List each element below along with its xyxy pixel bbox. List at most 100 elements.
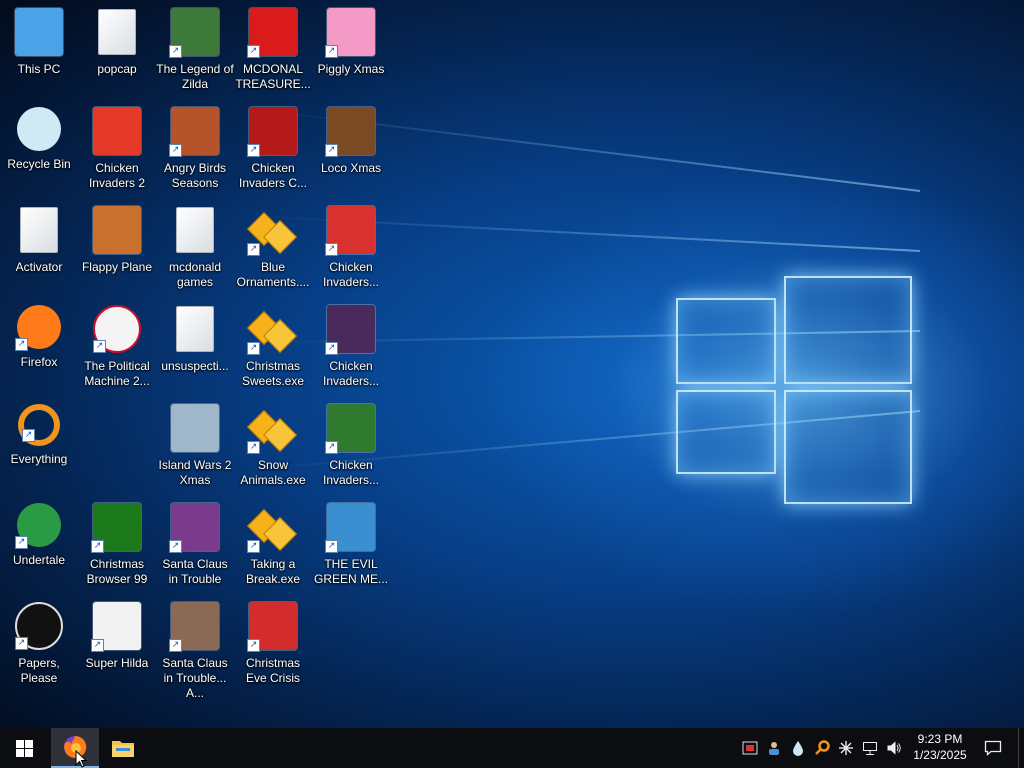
- desktop-icon[interactable]: popcap: [78, 4, 156, 100]
- desktop-icon-label: Santa Claus in Trouble... A...: [162, 656, 228, 700]
- document-icon: [171, 305, 219, 353]
- windows-logo-pane: [784, 276, 912, 384]
- shortcut-arrow-icon: ↗: [169, 639, 182, 652]
- desktop-icon[interactable]: ↗ Christmas Eve Crisis: [234, 598, 312, 694]
- mouse-cursor-icon: [75, 750, 87, 768]
- desktop-background: This PC Recycle Bin Activator ↗ Firefox ↗ Ever…: [0, 0, 1024, 728]
- taskbar-firefox[interactable]: [51, 728, 99, 768]
- user-agent-icon[interactable]: [766, 740, 782, 756]
- pig-icon: ↗: [325, 8, 375, 58]
- desktop-icon[interactable]: Island Wars 2 Xmas: [156, 400, 234, 496]
- shortcut-arrow-icon: ↗: [247, 45, 260, 58]
- desktop-icon[interactable]: Flappy Plane: [78, 202, 156, 298]
- desktop-icon[interactable]: ↗ Chicken Invaders...: [312, 202, 390, 298]
- desktop-icon-label: Undertale: [12, 553, 66, 567]
- santa-icon: ↗: [169, 503, 219, 553]
- desktop-icon-label: Piggly Xmas: [317, 62, 385, 76]
- christmas-tree-icon: ↗: [91, 503, 141, 553]
- shortcut-arrow-icon: ↗: [325, 243, 338, 256]
- desktop-icon-label: Chicken Invaders...: [322, 260, 380, 289]
- desktop-icon[interactable]: ↗ Chicken Invaders C...: [234, 103, 312, 199]
- desktop-icon[interactable]: Activator: [0, 202, 78, 298]
- desktop-icon-label: Super Hilda: [85, 656, 149, 670]
- desktop-icon-label: Blue Ornaments....: [236, 260, 310, 289]
- desktop-icon[interactable]: unsuspecti...: [156, 301, 234, 397]
- drop-icon[interactable]: [790, 740, 806, 756]
- desktop-icon[interactable]: ↗ MCDONAL TREASURE...: [234, 4, 312, 100]
- desktop-icon-label: This PC: [17, 62, 61, 76]
- gift-icon: ↗: [247, 404, 297, 454]
- desktop-icon-label: THE EVIL GREEN ME...: [313, 557, 388, 586]
- shortcut-arrow-icon: ↗: [22, 429, 35, 442]
- chicken-icon: ↗: [325, 404, 375, 454]
- desktop-icon[interactable]: ↗ Santa Claus in Trouble: [156, 499, 234, 595]
- desktop-icon-label: Island Wars 2 Xmas: [158, 458, 232, 487]
- desktop-icon[interactable]: ↗ Undertale: [0, 499, 78, 595]
- desktop-icon[interactable]: ↗ Christmas Browser 99: [78, 499, 156, 595]
- political-machine-icon: ↗: [93, 305, 141, 353]
- desktop-icon[interactable]: ↗ Taking a Break.exe: [234, 499, 312, 595]
- desktop-icon[interactable]: ↗ The Political Machine 2...: [78, 301, 156, 397]
- desktop-icon[interactable]: ↗ Christmas Sweets.exe: [234, 301, 312, 397]
- desktop-icon-label: MCDONAL TREASURE...: [235, 62, 311, 91]
- desktop-icon[interactable]: ↗ Super Hilda: [78, 598, 156, 694]
- desktop-icon-label: Activator: [15, 260, 63, 274]
- shortcut-arrow-icon: ↗: [325, 441, 338, 454]
- desktop-icon[interactable]: This PC: [0, 4, 78, 100]
- desktop-icon-label: unsuspecti...: [161, 359, 229, 373]
- search-tray-icon[interactable]: [814, 740, 830, 756]
- desktop-icon[interactable]: ↗ Everything: [0, 400, 78, 496]
- desktop-icon-label: Angry Birds Seasons: [163, 161, 227, 190]
- desktop-icon-label: Chicken Invaders C...: [238, 161, 308, 190]
- network-icon[interactable]: [862, 740, 878, 756]
- volume-icon[interactable]: [886, 740, 902, 756]
- document-icon: [15, 206, 63, 254]
- undertale-icon: ↗: [15, 503, 61, 549]
- computer-icon: [15, 8, 63, 56]
- desktop-icon-label: Chicken Invaders 2: [88, 161, 146, 190]
- desktop-icon-label: Chicken Invaders...: [322, 458, 380, 487]
- shortcut-arrow-icon: ↗: [325, 144, 338, 157]
- windows-logo-pane: [676, 298, 776, 384]
- action-center-button[interactable]: [976, 728, 1010, 768]
- shortcut-arrow-icon: ↗: [325, 540, 338, 553]
- plane-icon: [93, 206, 141, 254]
- desktop-icon[interactable]: ↗ Piggly Xmas: [312, 4, 390, 100]
- action-center-icon: [984, 740, 1002, 756]
- taskbar-file-explorer[interactable]: [99, 728, 147, 768]
- super-hilda-icon: ↗: [91, 602, 141, 652]
- desktop-icon[interactable]: mcdonald games: [156, 202, 234, 298]
- desktop-icon[interactable]: ↗ Firefox: [0, 301, 78, 397]
- desktop-icon[interactable]: Recycle Bin: [0, 103, 78, 199]
- desktop-icon-label: Everything: [10, 452, 68, 466]
- desktop-icon-label: Christmas Sweets.exe: [241, 359, 305, 388]
- shortcut-arrow-icon: ↗: [247, 342, 260, 355]
- messenger-icon: ↗: [325, 503, 375, 553]
- desktop-icon[interactable]: Chicken Invaders 2: [78, 103, 156, 199]
- desktop-icon[interactable]: ↗ Santa Claus in Trouble... A...: [156, 598, 234, 700]
- chicken-icon: [93, 107, 141, 155]
- desktop-icon[interactable]: ↗ Loco Xmas: [312, 103, 390, 199]
- desktop-icon-label: Recycle Bin: [7, 157, 71, 171]
- desktop-icon[interactable]: ↗ THE EVIL GREEN ME...: [312, 499, 390, 595]
- desktop-icon[interactable]: ↗ Papers, Please: [0, 598, 78, 694]
- desktop-icon[interactable]: ↗ Chicken Invaders...: [312, 400, 390, 496]
- desktop-icon[interactable]: ↗ Angry Birds Seasons: [156, 103, 234, 199]
- papers-please-icon: ↗: [15, 602, 63, 650]
- clock[interactable]: 9:23 PM 1/23/2025: [906, 731, 974, 763]
- desktop-icon[interactable]: ↗ The Legend of Zilda: [156, 4, 234, 100]
- start-button[interactable]: [0, 728, 48, 768]
- desktop-icon[interactable]: ↗ Blue Ornaments....: [234, 202, 312, 298]
- clock-date: 1/23/2025: [913, 748, 967, 762]
- desktop-icon-label: Santa Claus in Trouble: [162, 557, 228, 586]
- everything-search-icon: ↗: [18, 404, 60, 446]
- desktop-icon[interactable]: ↗ Snow Animals.exe: [234, 400, 312, 496]
- desktop-icon-label: Christmas Browser 99: [86, 557, 148, 586]
- security-icon[interactable]: [742, 740, 758, 756]
- desktop-icon-label: mcdonald games: [168, 260, 222, 289]
- desktop-icon-label: The Legend of Zilda: [156, 62, 234, 91]
- recycle-bin-icon: [17, 107, 61, 151]
- show-desktop-button[interactable]: [1018, 728, 1024, 768]
- snowflake-icon[interactable]: [838, 740, 854, 756]
- desktop-icon[interactable]: ↗ Chicken Invaders...: [312, 301, 390, 397]
